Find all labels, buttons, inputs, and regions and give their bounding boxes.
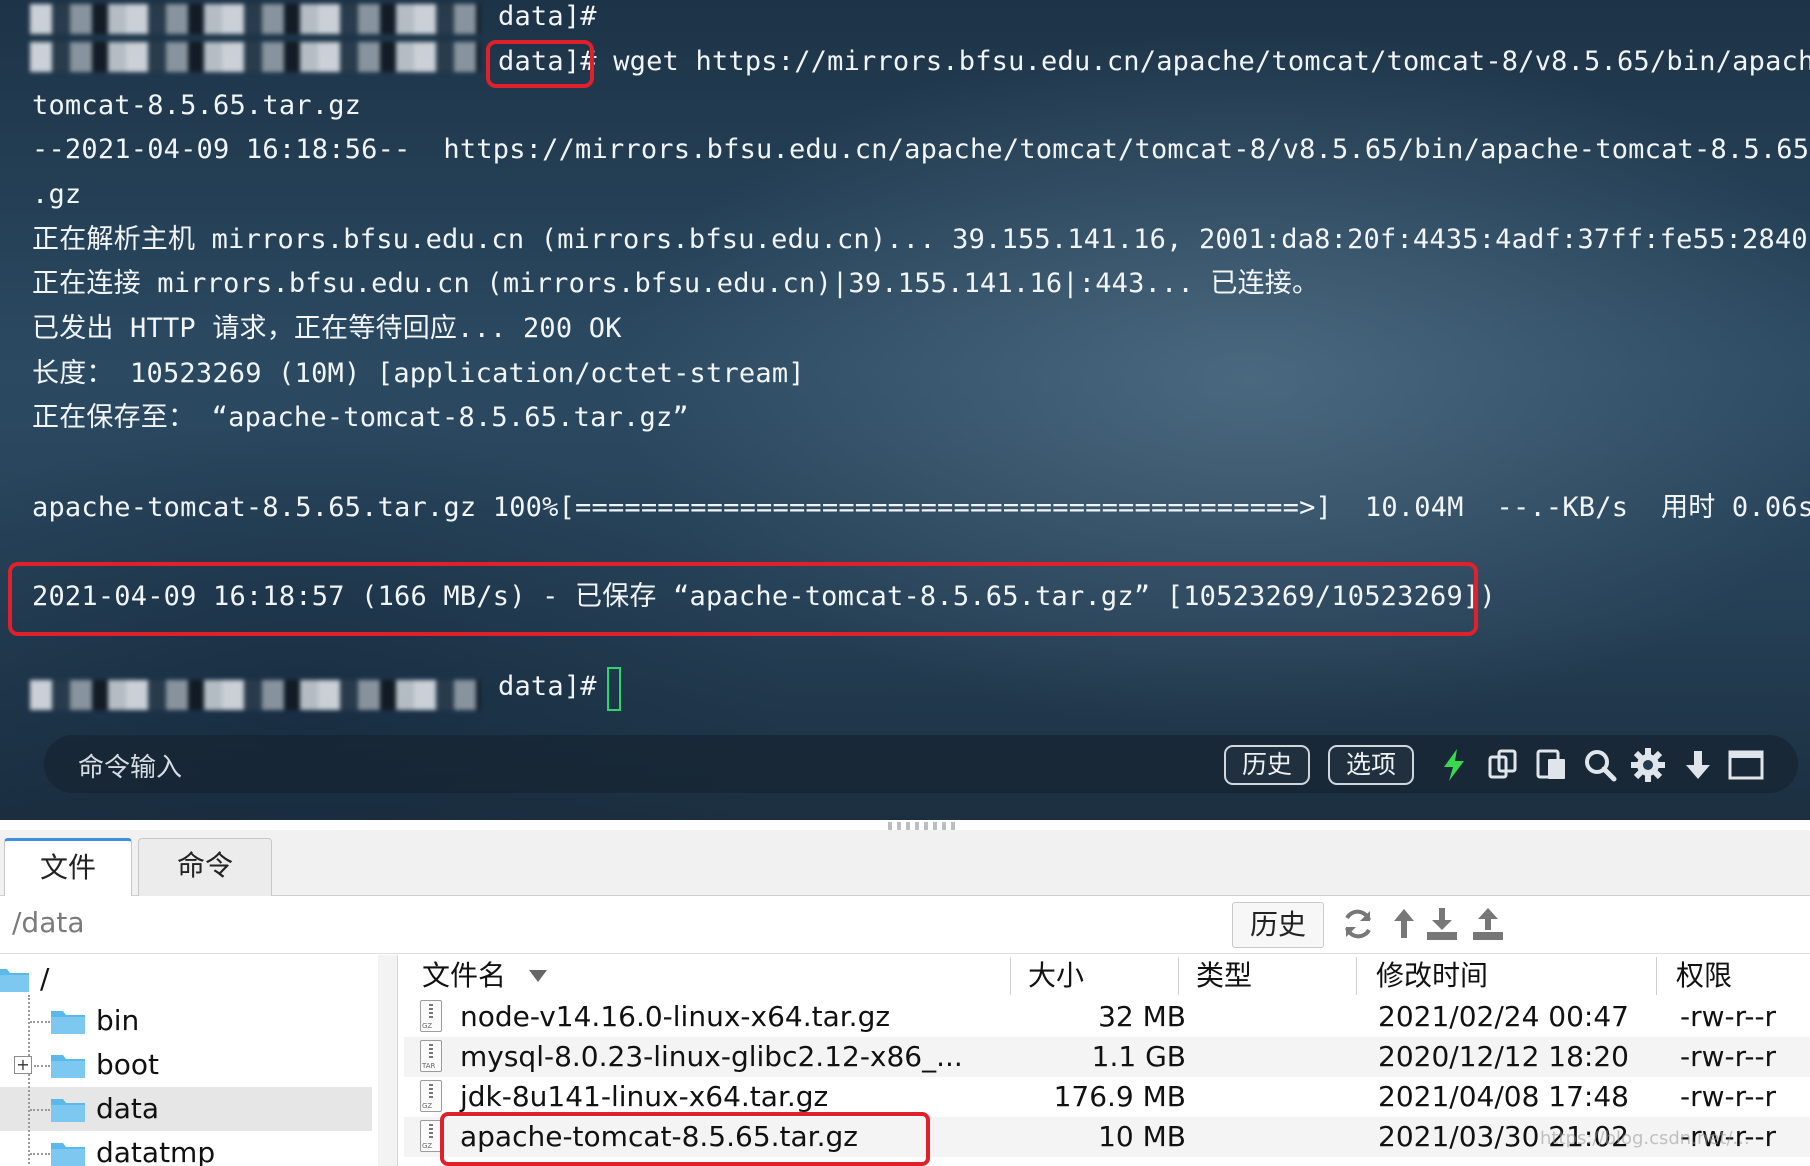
- paste-icon[interactable]: [1534, 747, 1570, 783]
- folder-icon: [51, 1011, 85, 1034]
- search-icon[interactable]: [1582, 747, 1618, 783]
- tree-guide: [30, 1021, 50, 1023]
- blurred-hostname: [30, 680, 480, 710]
- progress-line: apache-tomcat-8.5.65.tar.gz 100%[=======…: [32, 492, 1810, 523]
- tab-files[interactable]: 文件: [4, 838, 132, 898]
- file-modified: 2021/04/08 17:48: [1378, 1080, 1629, 1113]
- file-size: 10 MB: [1098, 1120, 1186, 1153]
- saved-line: 2021-04-09 16:18:57 (166 MB/s) - 已保存 “ap…: [32, 581, 1496, 612]
- lightning-icon[interactable]: [1436, 747, 1472, 783]
- terminal-line: data]# wget https://mirrors.bfsu.edu.cn/…: [498, 46, 1810, 77]
- tree-item-boot[interactable]: boot: [50, 1045, 300, 1085]
- file-modified: 2020/12/12 18:20: [1378, 1040, 1629, 1073]
- options-button[interactable]: 选项: [1328, 745, 1415, 785]
- expand-toggle[interactable]: +: [14, 1056, 32, 1074]
- file-permissions: -rw-r--r: [1680, 1080, 1777, 1113]
- tree-scrollbar[interactable]: [378, 955, 398, 1166]
- terminal-line: tomcat-8.5.65.tar.gz: [32, 90, 362, 121]
- terminal-panel[interactable]: data]# data]# wget https://mirrors.bfsu.…: [0, 0, 1810, 820]
- file-name: mysql-8.0.23-linux-glibc2.12-x86_...: [460, 1040, 963, 1073]
- file-modified: 2021/02/24 00:47: [1378, 1000, 1629, 1033]
- terminal-line: .gz: [32, 179, 82, 210]
- archive-file-icon: GZ: [420, 1000, 442, 1032]
- path-bar: /data 历史: [0, 896, 1810, 954]
- file-name: jdk-8u141-linux-x64.tar.gz: [460, 1080, 829, 1113]
- tree-item-bin[interactable]: bin: [50, 1001, 300, 1041]
- terminal-line: data]#: [498, 671, 597, 702]
- file-permissions: -rw-r--r: [1680, 1000, 1777, 1033]
- directory-tree: + / bin boot data datatmp: [0, 955, 380, 1166]
- file-name: node-v14.16.0-linux-x64.tar.gz: [460, 1000, 891, 1033]
- file-row[interactable]: GZ jdk-8u141-linux-x64.tar.gz 176.9 MB 2…: [404, 1077, 1810, 1117]
- tomcat-file-highlight: [440, 1112, 930, 1166]
- tree-item-root[interactable]: /: [0, 959, 194, 999]
- sort-desc-icon[interactable]: [528, 969, 548, 983]
- blurred-hostname: [30, 42, 480, 72]
- folder-icon: [51, 1099, 85, 1122]
- watermark: https://blog.csdn.net/...: [1540, 1128, 1750, 1149]
- file-row[interactable]: GZ node-v14.16.0-linux-x64.tar.gz 32 MB …: [404, 997, 1810, 1037]
- folder-icon: [51, 1143, 85, 1166]
- column-header-type[interactable]: 类型: [1196, 955, 1252, 997]
- column-separator: [1656, 957, 1657, 995]
- download-icon[interactable]: [1424, 906, 1460, 942]
- terminal-cursor: [607, 667, 621, 711]
- tree-guide: [30, 1153, 50, 1155]
- gear-icon[interactable]: [1630, 747, 1666, 783]
- file-permissions: -rw-r--r: [1680, 1040, 1777, 1073]
- copy-icon[interactable]: [1486, 747, 1522, 783]
- download-arrow-icon[interactable]: [1680, 747, 1716, 783]
- tree-item-data[interactable]: data: [50, 1089, 300, 1129]
- terminal-line: data]#: [498, 1, 597, 32]
- column-header-permissions[interactable]: 权限: [1676, 955, 1732, 997]
- file-size: 32 MB: [1098, 1000, 1186, 1033]
- refresh-icon[interactable]: [1340, 906, 1376, 942]
- terminal-line: 正在连接 mirrors.bfsu.edu.cn (mirrors.bfsu.e…: [32, 268, 1320, 299]
- column-header-size[interactable]: 大小: [1028, 955, 1084, 997]
- folder-icon: [51, 1055, 85, 1078]
- prompt-highlight: [486, 40, 594, 88]
- history-button[interactable]: 历史: [1224, 745, 1311, 785]
- command-input[interactable]: 命令输入: [78, 747, 182, 784]
- terminal-line: 正在解析主机 mirrors.bfsu.edu.cn (mirrors.bfsu…: [32, 224, 1808, 255]
- parent-dir-icon[interactable]: [1386, 906, 1422, 942]
- terminal-line: 长度： 10523269 (10M) [application/octet-st…: [32, 358, 805, 389]
- command-input-bar[interactable]: 命令输入 历史 选项: [44, 735, 1798, 793]
- panel-splitter[interactable]: [888, 822, 958, 830]
- tree-guide: [34, 1065, 50, 1067]
- terminal-line: 已发出 HTTP 请求，正在等待回应... 200 OK: [32, 313, 622, 344]
- terminal-line: 正在保存至： “apache-tomcat-8.5.65.tar.gz”: [32, 402, 689, 433]
- column-separator: [1356, 957, 1357, 995]
- path-history-button[interactable]: 历史: [1232, 902, 1324, 948]
- path-input[interactable]: /data: [12, 906, 85, 939]
- column-header-modified[interactable]: 修改时间: [1376, 955, 1488, 997]
- archive-file-icon: GZ: [420, 1080, 442, 1112]
- archive-file-icon: GZ: [420, 1120, 442, 1152]
- column-separator: [1010, 957, 1011, 995]
- file-manager-tabs: 文件 命令: [0, 830, 1810, 898]
- blurred-hostname: [30, 4, 480, 34]
- tree-item-datatmp[interactable]: datatmp: [50, 1133, 300, 1166]
- terminal-line: --2021-04-09 16:18:56-- https://mirrors.…: [32, 134, 1810, 165]
- file-row[interactable]: TAR mysql-8.0.23-linux-glibc2.12-x86_...…: [404, 1037, 1810, 1077]
- folder-icon: [0, 969, 29, 992]
- tree-guide: [30, 1109, 50, 1111]
- archive-file-icon: TAR: [420, 1040, 442, 1072]
- upload-icon[interactable]: [1470, 906, 1506, 942]
- file-size: 1.1 GB: [1091, 1040, 1186, 1073]
- column-separator: [1178, 957, 1179, 995]
- tab-commands[interactable]: 命令: [138, 838, 272, 896]
- maximize-icon[interactable]: [1728, 747, 1764, 783]
- column-header-name[interactable]: 文件名: [422, 955, 506, 997]
- file-size: 176.9 MB: [1053, 1080, 1186, 1113]
